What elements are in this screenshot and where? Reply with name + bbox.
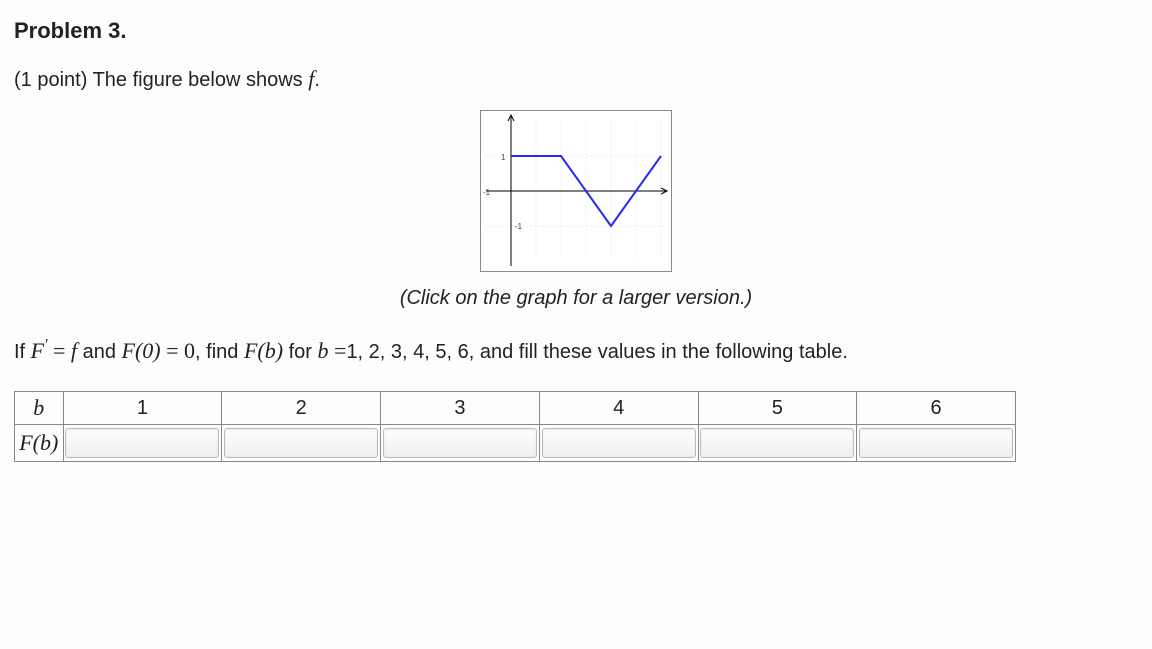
math-Fb: F(b): [244, 338, 283, 363]
answer-input-5[interactable]: [700, 428, 854, 458]
answer-table: b 1 2 3 4 5 6 F(b): [14, 391, 1016, 462]
prompt-text: The figure below shows: [93, 69, 309, 91]
graph-svg: 1 -1 -1: [481, 111, 671, 271]
q-and: and: [77, 341, 121, 363]
graph-image[interactable]: 1 -1 -1: [480, 110, 672, 272]
q-values: 1, 2, 3, 4, 5, 6: [346, 341, 468, 363]
col-header: 4: [539, 392, 698, 425]
math-b: b: [318, 338, 329, 363]
q-if: If: [14, 341, 31, 363]
table-row: F(b): [15, 425, 1016, 462]
y-tick-1: 1: [501, 153, 506, 162]
graph-caption: (Click on the graph for a larger version…: [14, 287, 1138, 310]
answer-input-6[interactable]: [859, 428, 1013, 458]
col-header: 5: [698, 392, 857, 425]
x-tick-neg1: -1: [483, 188, 491, 197]
prompt-tail: .: [314, 69, 320, 91]
q-eq3: =: [329, 338, 347, 363]
q-eq1: =: [48, 338, 71, 363]
q-find: , find: [195, 341, 244, 363]
col-header: 6: [857, 392, 1016, 425]
col-header: 1: [63, 392, 222, 425]
answer-input-2[interactable]: [224, 428, 378, 458]
table-row: b 1 2 3 4 5 6: [15, 392, 1016, 425]
question-text: If F′ = f and F(0) = 0, find F(b) for b …: [14, 332, 1138, 369]
answer-input-1[interactable]: [65, 428, 219, 458]
math-F0: F(0): [122, 338, 161, 363]
points-label: (1 point): [14, 69, 93, 91]
row-header-Fb: F(b): [15, 425, 64, 462]
answer-input-3[interactable]: [383, 428, 537, 458]
problem-title: Problem 3.: [14, 18, 1138, 44]
row-header-b: b: [15, 392, 64, 425]
y-tick-neg1: -1: [515, 222, 523, 231]
q-tail: , and fill these values in the following…: [469, 341, 848, 363]
q-for: for: [283, 341, 317, 363]
col-header: 2: [222, 392, 381, 425]
math-zero: 0: [184, 338, 195, 363]
col-header: 3: [381, 392, 540, 425]
graph-block: 1 -1 -1 (Click on the graph for a larger…: [14, 110, 1138, 310]
problem-container: Problem 3. (1 point) The figure below sh…: [0, 0, 1152, 472]
answer-input-4[interactable]: [542, 428, 696, 458]
problem-prompt: (1 point) The figure below shows f.: [14, 66, 1138, 92]
q-eq2: =: [161, 338, 184, 363]
math-Fprime: F′: [31, 338, 48, 363]
